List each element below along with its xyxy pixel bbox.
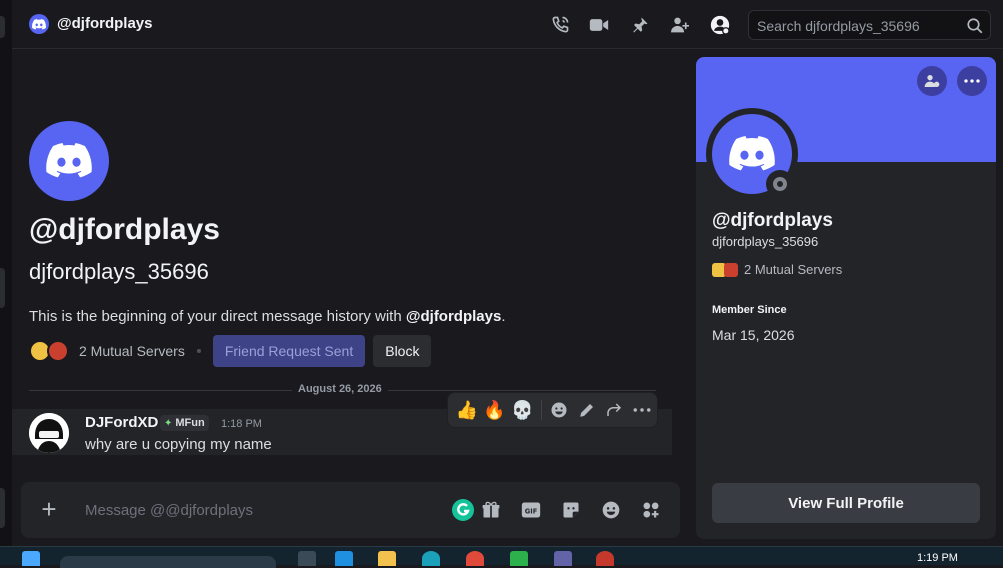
taskbar-search[interactable] [60, 556, 276, 568]
mutual-row: 2 Mutual Servers Friend Request Sent Blo… [29, 335, 432, 367]
dm-beginning-text: This is the beginning of your direct mes… [29, 308, 506, 325]
dm-beginning-name: @djfordplays [405, 308, 502, 325]
server-tag-label: MFun [175, 417, 205, 429]
search-input[interactable] [757, 17, 957, 35]
date-divider-label: August 26, 2026 [292, 383, 388, 395]
pinned-icon[interactable] [629, 14, 651, 36]
mutual-server-icons[interactable] [29, 338, 75, 364]
intro-username: djfordplays_35696 [29, 259, 209, 284]
fire-reaction-icon[interactable]: 🔥 [482, 397, 508, 423]
dm-header: @djfordplays [12, 0, 1003, 49]
server-tag[interactable]: ✦ MFun [160, 415, 209, 431]
chrome-icon[interactable] [466, 551, 484, 566]
video-call-icon[interactable] [588, 14, 610, 36]
sticker-icon[interactable] [559, 498, 583, 522]
message-avatar[interactable] [29, 413, 69, 453]
chat-area: @djfordplays djfordplays_35696 This is t… [12, 50, 684, 546]
message-input[interactable] [85, 500, 425, 520]
grammarly-icon[interactable] [451, 498, 475, 522]
intro-display-name: @djfordplays [29, 213, 220, 246]
offline-status-icon [766, 170, 794, 198]
discord-logo-icon [729, 136, 775, 171]
add-friend-icon[interactable] [917, 66, 947, 96]
teams-icon[interactable] [554, 551, 572, 566]
message-content: why are u copying my name [85, 436, 272, 453]
profile-username: djfordplays_35696 [712, 234, 819, 249]
edge-icon[interactable] [335, 551, 353, 566]
attach-plus-icon[interactable]: + [37, 496, 61, 522]
view-full-profile-button[interactable]: View Full Profile [712, 483, 980, 523]
edit-icon[interactable] [574, 397, 600, 423]
forward-icon[interactable] [602, 397, 628, 423]
header-title: @djfordplays [57, 15, 153, 32]
sidebar-edge-nub [0, 488, 5, 528]
server-sidebar-edge [0, 0, 12, 546]
tag-icon: ✦ [164, 417, 173, 429]
friend-request-sent-button[interactable]: Friend Request Sent [212, 335, 366, 367]
separator-dot [196, 349, 201, 353]
dm-intro-avatar[interactable] [29, 121, 109, 201]
apps-icon[interactable] [639, 498, 663, 522]
discord-window: @djfordplays @djfordplays djfordplays_ [0, 0, 1003, 546]
taskbar-clock: 1:19 PM [917, 552, 958, 564]
message-author[interactable]: DJFordXD [85, 414, 158, 431]
user-profile-panel: @djfordplays djfordplays_35696 2 Mutual … [696, 57, 996, 539]
dm-beginning-suffix: . [501, 308, 506, 325]
profile-display-name: @djfordplays [712, 210, 833, 231]
search-box[interactable] [748, 10, 991, 40]
add-reaction-icon[interactable] [546, 397, 572, 423]
sidebar-edge-nub [0, 16, 5, 38]
add-friend-dm-icon[interactable] [669, 14, 691, 36]
profile-mutual-servers[interactable]: 2 Mutual Servers [712, 262, 842, 277]
status-indicator [773, 177, 787, 191]
profile-mutual-servers-label: 2 Mutual Servers [744, 262, 843, 277]
app-icon[interactable] [422, 551, 440, 566]
discord-taskbar-icon[interactable] [596, 551, 614, 566]
discord-logo-icon [32, 18, 46, 29]
server-icon [47, 340, 69, 362]
message-hover-toolbar: 👍 🔥 💀 [447, 392, 658, 428]
mutual-servers-link[interactable]: 2 Mutual Servers [79, 343, 185, 359]
header-avatar[interactable] [29, 14, 49, 34]
windows-taskbar: 1:19 PM [0, 546, 1003, 568]
toolbar-separator [541, 400, 543, 420]
block-button[interactable]: Block [373, 335, 432, 367]
message-composer: + GIF [21, 482, 680, 538]
server-icon [724, 262, 738, 277]
more-options-icon[interactable] [957, 66, 987, 96]
gif-icon[interactable]: GIF [519, 498, 543, 522]
file-explorer-icon[interactable] [378, 551, 396, 566]
search-icon[interactable] [966, 17, 984, 35]
message-timestamp: 1:18 PM [221, 418, 262, 430]
gift-icon[interactable] [479, 498, 503, 522]
dm-beginning-prefix: This is the beginning of your direct mes… [29, 308, 406, 325]
skull-reaction-icon[interactable]: 💀 [509, 397, 535, 423]
sidebar-edge-nub [0, 268, 5, 308]
whatsapp-icon[interactable] [510, 551, 528, 566]
thumbs-up-reaction-icon[interactable]: 👍 [454, 397, 480, 423]
emoji-icon[interactable] [599, 498, 623, 522]
show-profile-icon[interactable] [709, 14, 731, 36]
more-options-icon[interactable] [629, 397, 655, 423]
svg-text:GIF: GIF [525, 507, 538, 515]
start-icon[interactable] [22, 551, 40, 566]
voice-call-icon[interactable] [549, 14, 571, 36]
task-view-icon[interactable] [298, 551, 316, 566]
member-since-date: Mar 15, 2026 [712, 327, 795, 343]
discord-logo-icon [46, 143, 92, 178]
member-since-label: Member Since [712, 304, 787, 316]
